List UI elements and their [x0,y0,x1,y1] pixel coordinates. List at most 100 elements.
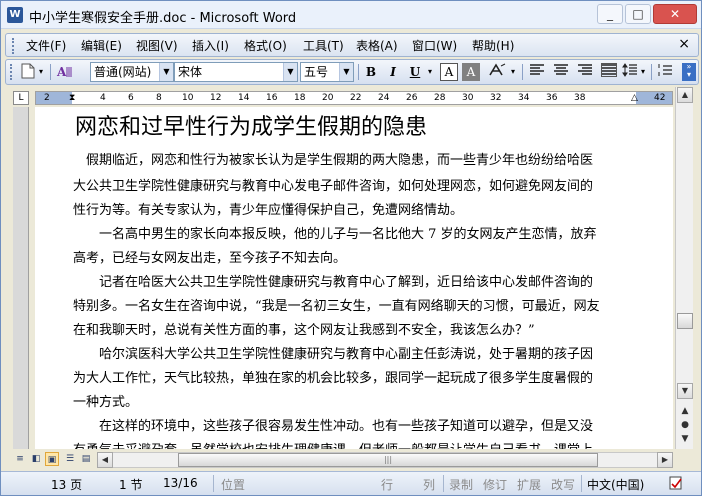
ruler-number: 22 [350,93,362,103]
paragraph-line: 性行为等。有关专家认为，青少年应懂得保护自己，免遭网络情劫。 [73,203,464,218]
menu-insert[interactable]: 插入(I) [192,37,229,54]
status-column[interactable]: 列 [423,476,435,493]
new-document-icon[interactable] [20,63,36,81]
menu-format[interactable]: 格式(O) [244,37,287,54]
scroll-right-icon[interactable]: ▶ [657,452,673,468]
status-extend[interactable]: 扩展 [517,476,541,493]
document-page[interactable]: 网恋和过早性行为成学生假期的隐患 假期临近，网恋和性行为被家长认为是学生假期的两… [35,107,673,449]
menu-grip-handle[interactable] [12,38,15,54]
chevron-down-icon[interactable]: ▼ [159,63,173,81]
reading-view-icon[interactable]: ▤ [79,452,93,466]
toolbar-separator [358,64,359,80]
menu-view[interactable]: 视图(V) [136,37,178,54]
highlight-dropdown-icon[interactable]: ▾ [509,63,517,81]
line-spacing-dropdown-icon[interactable]: ▾ [639,63,647,81]
menu-help[interactable]: 帮助(H) [472,37,514,54]
align-center-icon[interactable] [552,63,570,81]
ruler-number: 6 [128,93,134,103]
word-app-icon[interactable]: W [7,7,23,23]
italic-button[interactable]: I [384,63,402,81]
font-size-value: 五号 [304,65,329,79]
horizontal-scrollbar[interactable]: ◀ ||| ▶ [97,452,673,468]
style-select[interactable]: 普通(网站) ▼ [90,62,174,82]
ruler-number: 28 [434,93,446,103]
menu-bar: 文件(F) 编辑(E) 视图(V) 插入(I) 格式(O) 工具(T) 表格(A… [5,33,699,57]
toolbar-overflow-icon[interactable]: » ▾ [682,63,696,81]
status-track-changes[interactable]: 修订 [483,476,507,493]
paragraph-line: 大公共卫生学院性健康研究与教育中心发电子邮件咨询，如何处理网恋，如何避免网友间的 [73,179,594,194]
font-select[interactable]: 宋体 ▼ [174,62,298,82]
spelling-check-icon[interactable] [669,476,683,493]
bold-button[interactable]: B [362,63,380,81]
status-line[interactable]: 行 [381,476,393,493]
align-left-icon[interactable] [528,63,546,81]
ruler-number: 36 [546,93,558,103]
ruler-number: 12 [210,93,222,103]
view-bar: ≡ ◧ ▣ ☰ ▤ ◀ ||| ▶ [1,451,693,469]
previous-page-icon[interactable]: ▲ [679,405,691,417]
status-bar: 13 页 1 节 13/16 位置 行 列 录制 修订 扩展 改写 中文(中国) [1,471,701,495]
horizontal-ruler[interactable]: 2 ⧗ 4 6 8 10 12 14 16 18 20 22 24 26 28 … [35,91,673,105]
menu-table[interactable]: 表格(A) [356,37,398,54]
close-window-button[interactable]: ✕ [653,4,697,24]
toolbar-grip-handle[interactable] [10,64,13,80]
status-overtype[interactable]: 改写 [551,476,575,493]
font-size-select[interactable]: 五号 ▼ [300,62,354,82]
menu-tools[interactable]: 工具(T) [303,37,344,54]
menu-window[interactable]: 窗口(W) [412,37,457,54]
status-record[interactable]: 录制 [449,476,473,493]
character-shading-button[interactable]: A [462,63,480,81]
next-page-icon[interactable]: ▼ [679,433,691,445]
indent-marker-icon[interactable]: ⧗ [69,92,75,104]
status-position[interactable]: 位置 [221,476,245,493]
ruler-number: 24 [378,93,390,103]
chevron-down-icon[interactable]: ▼ [283,63,297,81]
ruler-number: 32 [490,93,502,103]
scroll-up-icon[interactable]: ▲ [677,87,693,103]
minimize-button[interactable]: _ [597,4,623,24]
scroll-down-icon[interactable]: ▼ [677,383,693,399]
word-window: W 中小学生寒假安全手册.doc - Microsoft Word _ □ ✕ … [0,0,702,496]
right-indent-marker-icon[interactable]: △ [631,92,638,104]
ruler-number: 8 [156,93,162,103]
tab-selector[interactable]: L [13,91,29,105]
chevron-down-icon[interactable]: ▼ [339,63,353,81]
ruler-left-margin [36,92,72,104]
status-page[interactable]: 13 页 [51,476,82,493]
scroll-left-icon[interactable]: ◀ [97,452,113,468]
underline-dropdown-icon[interactable]: ▾ [425,63,435,81]
print-layout-view-icon[interactable]: ▣ [45,452,59,466]
status-separator [443,475,444,492]
status-section[interactable]: 1 节 [119,476,142,493]
distributed-align-icon[interactable] [600,63,618,81]
toolbar-options-dropdown-icon[interactable]: ▾ [37,63,45,81]
status-separator [213,475,214,492]
vertical-scrollbar[interactable]: ▲ ▼ ▲ ● ▼ [675,87,693,449]
vertical-scroll-thumb[interactable] [677,313,693,329]
browse-object-icon[interactable]: ● [679,419,691,431]
close-document-button[interactable]: × [678,36,690,52]
paragraph-line: 为大人工作忙，天气比较热，单独在家的机会比较多，跟同学一起玩成了很多学生度暑假的 [73,371,594,386]
styles-pane-icon[interactable]: A [56,63,74,81]
menu-file[interactable]: 文件(F) [26,37,66,54]
outline-view-icon[interactable]: ☰ [63,452,77,466]
paragraph-line: 特别多。一名女生在咨询中说，“我是一名初三女生，一直有网络聊天的习惯，可最近，网… [73,299,600,314]
window-title: 中小学生寒假安全手册.doc - Microsoft Word [29,11,297,26]
numbering-icon[interactable] [656,63,674,81]
underline-button[interactable]: U [406,63,424,81]
status-language[interactable]: 中文(中国) [587,476,644,493]
align-right-icon[interactable] [576,63,594,81]
line-spacing-icon[interactable] [622,63,638,81]
menu-edit[interactable]: 编辑(E) [81,37,122,54]
highlight-icon[interactable] [486,63,508,81]
web-view-icon[interactable]: ◧ [29,452,43,466]
ruler-number: 16 [266,93,278,103]
horizontal-scroll-thumb[interactable]: ||| [178,453,598,467]
paragraph-line: 在这样的环境中，这些孩子很容易发生性冲动。也有一些孩子知道可以避孕，但是又没 [73,419,594,434]
ruler-number: 18 [294,93,306,103]
vertical-ruler[interactable] [13,107,29,449]
status-page-of[interactable]: 13/16 [163,476,198,490]
maximize-button[interactable]: □ [625,4,651,24]
normal-view-icon[interactable]: ≡ [13,452,27,466]
character-border-button[interactable]: A [440,63,458,81]
